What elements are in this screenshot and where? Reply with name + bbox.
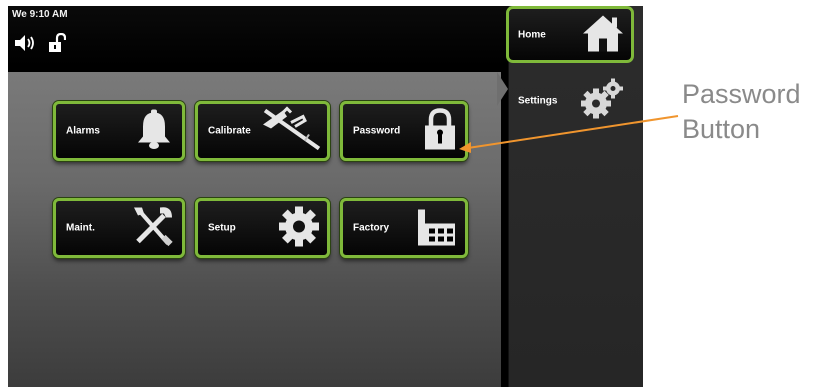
callout-arrow (459, 115, 679, 153)
callout-line1: Password (682, 79, 801, 109)
callout-text: Password Button (682, 77, 801, 147)
callout-line2: Button (682, 114, 761, 144)
